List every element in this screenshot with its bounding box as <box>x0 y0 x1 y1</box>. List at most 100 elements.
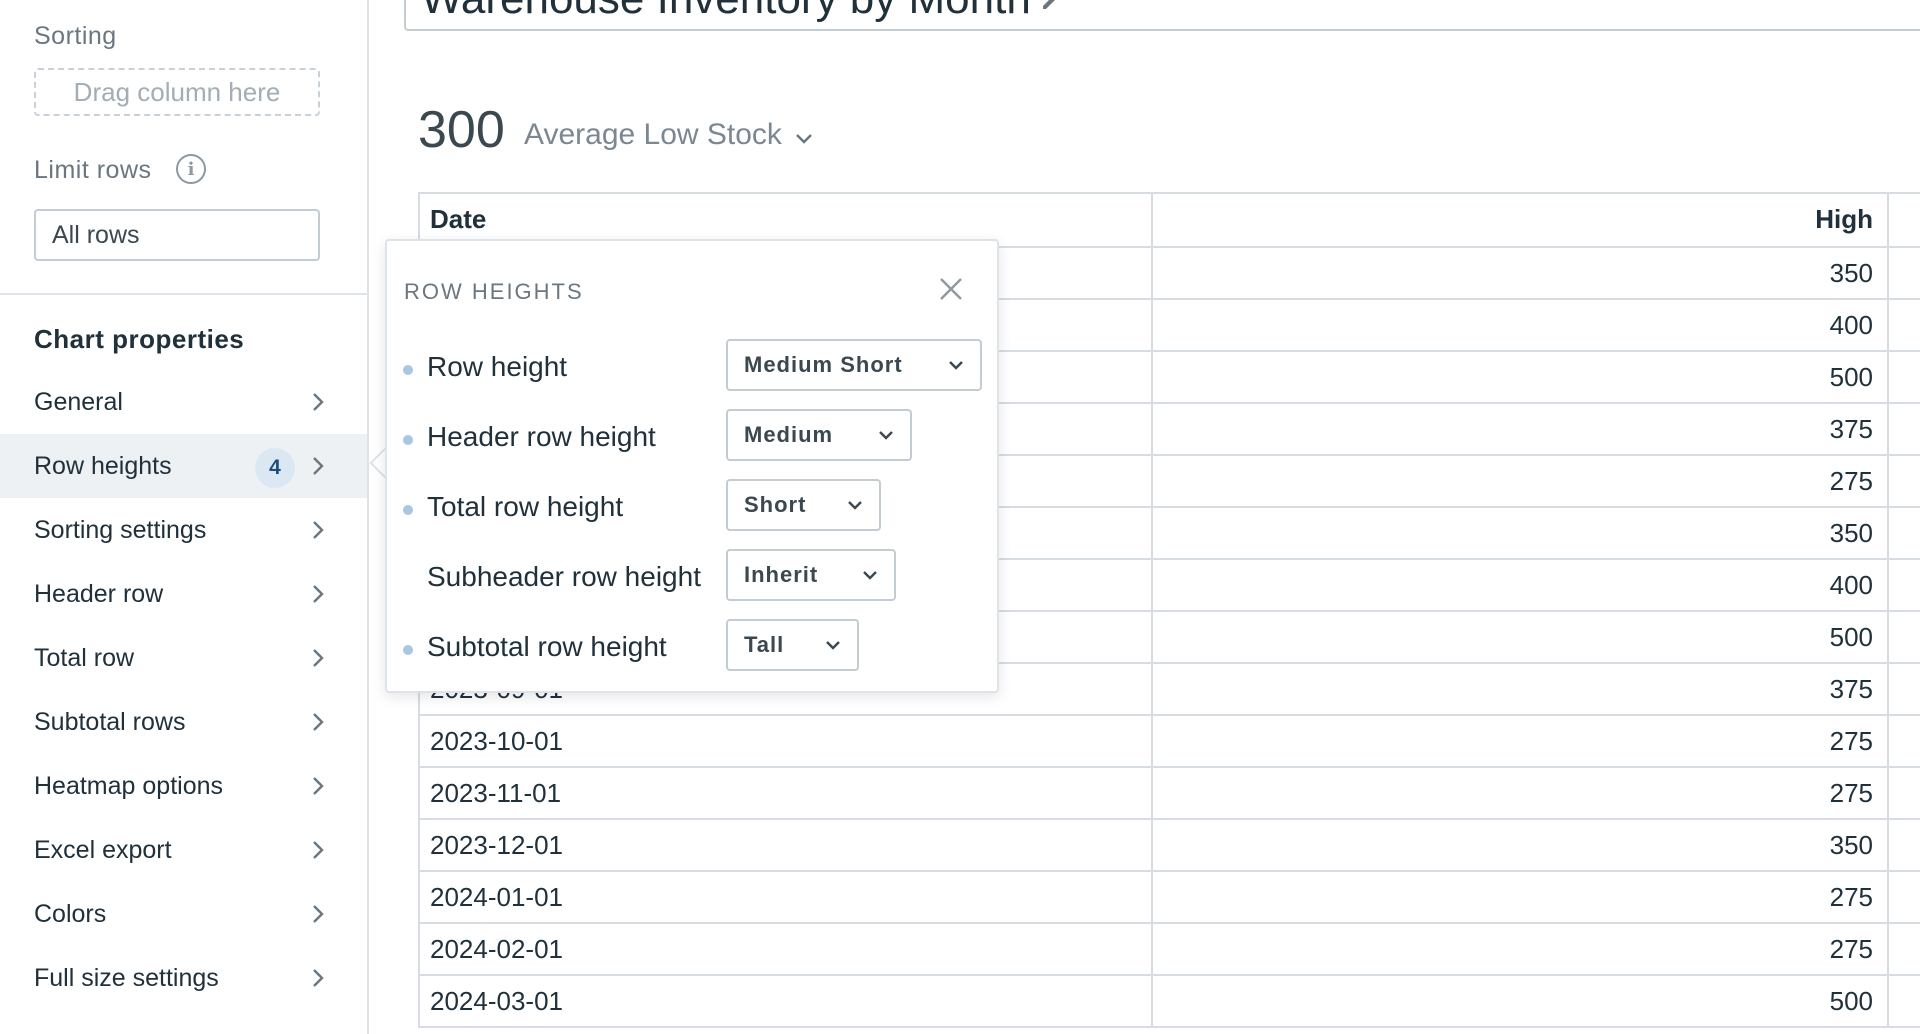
sidebar-item-total-row[interactable]: Total row <box>0 626 367 690</box>
chevron-down-icon <box>823 635 843 655</box>
table-row: 2024-01-01 275 <box>418 872 1920 924</box>
select-value: Short <box>744 492 807 517</box>
chevron-right-icon <box>306 710 330 734</box>
chevron-right-icon <box>306 518 330 542</box>
sidebar-item-header-row[interactable]: Header row <box>0 562 367 626</box>
select-value: Inherit <box>744 562 819 587</box>
column-header-date[interactable]: Date <box>418 192 1153 246</box>
high-cell: 350 <box>1153 508 1889 558</box>
high-cell: 275 <box>1153 924 1889 974</box>
select-value: Medium <box>744 422 834 447</box>
high-cell: 350 <box>1153 248 1889 298</box>
sidebar-item-heatmap-options[interactable]: Heatmap options <box>0 754 367 818</box>
option-total-row-height: Total row height Short <box>387 479 997 535</box>
metric-label[interactable]: Average Low Stock <box>524 118 782 152</box>
sorting-label: Sorting <box>34 22 117 50</box>
limit-rows-input[interactable]: All rows <box>34 209 320 261</box>
column-header-high[interactable]: High <box>1153 192 1889 246</box>
sidebar-item-label: Subtotal rows <box>34 707 186 736</box>
high-cell: 400 <box>1153 300 1889 350</box>
high-cell: 275 <box>1153 716 1889 766</box>
chevron-right-icon <box>306 646 330 670</box>
option-subtotal-row-height: Subtotal row height Tall <box>387 619 997 675</box>
chevron-down-icon <box>860 565 880 585</box>
sidebar-item-label: Header row <box>34 579 164 608</box>
count-badge: 4 <box>255 448 295 488</box>
sidebar-item-colors[interactable]: Colors <box>0 882 367 946</box>
option-label: Header row height <box>427 421 656 452</box>
chevron-right-icon <box>306 454 330 478</box>
option-subheader-row-height: Subheader row height Inherit <box>387 549 997 605</box>
table-row: 2023-12-01 350 <box>418 820 1920 872</box>
subheader-row-height-select[interactable]: Inherit <box>726 549 896 601</box>
high-cell: 400 <box>1153 560 1889 610</box>
chevron-right-icon <box>306 902 330 926</box>
close-icon[interactable] <box>937 275 965 303</box>
popover-title: ROW HEIGHTS <box>404 279 584 304</box>
option-label: Subtotal row height <box>427 631 667 662</box>
sidebar-item-row-heights[interactable]: Row heights 4 <box>0 434 367 498</box>
modified-indicator <box>403 645 413 655</box>
sidebar-item-label: Full size settings <box>34 963 219 992</box>
sidebar-item-label: Total row <box>34 643 135 672</box>
chart-properties-title: Chart properties <box>34 324 245 354</box>
select-value: Tall <box>744 632 785 657</box>
high-cell: 275 <box>1153 872 1889 922</box>
sidebar-item-label: Heatmap options <box>34 771 224 800</box>
chevron-right-icon <box>306 774 330 798</box>
date-cell: 2023-11-01 <box>418 768 1153 818</box>
chevron-down-icon <box>946 355 966 375</box>
high-cell: 375 <box>1153 404 1889 454</box>
high-cell: 375 <box>1153 664 1889 714</box>
row-heights-popover: ROW HEIGHTS Row height Medium Short Head… <box>385 239 999 693</box>
subtotal-row-height-select[interactable]: Tall <box>726 619 859 671</box>
chevron-down-icon[interactable] <box>791 126 817 152</box>
sidebar-item-general[interactable]: General <box>0 370 367 434</box>
chevron-right-icon <box>306 390 330 414</box>
date-cell: 2023-10-01 <box>418 716 1153 766</box>
chart-title[interactable]: Warehouse Inventory by Month <box>421 0 1031 24</box>
sidebar-divider <box>0 293 367 295</box>
total-row-height-select[interactable]: Short <box>726 479 881 531</box>
metric-value: 300 <box>418 101 505 159</box>
chevron-right-icon <box>306 582 330 606</box>
chevron-down-icon <box>876 425 896 445</box>
modified-indicator <box>403 435 413 445</box>
date-cell: 2024-03-01 <box>418 976 1153 1026</box>
chevron-down-icon <box>845 495 865 515</box>
option-row-height: Row height Medium Short <box>387 339 997 395</box>
sidebar-item-full-size-settings[interactable]: Full size settings <box>0 946 367 1010</box>
sidebar-item-label: Sorting settings <box>34 515 207 544</box>
high-cell: 275 <box>1153 456 1889 506</box>
sidebar-item-subtotal-rows[interactable]: Subtotal rows <box>0 690 367 754</box>
row-height-select[interactable]: Medium Short <box>726 339 982 391</box>
sidebar-item-label: Colors <box>34 899 107 928</box>
date-cell: 2024-01-01 <box>418 872 1153 922</box>
date-cell: 2023-12-01 <box>418 820 1153 870</box>
option-header-row-height: Header row height Medium <box>387 409 997 465</box>
sorting-drop-zone[interactable]: Drag column here <box>34 68 320 116</box>
sidebar-item-excel-export[interactable]: Excel export <box>0 818 367 882</box>
table-row: 2023-11-01 275 <box>418 768 1920 820</box>
chevron-right-icon <box>306 838 330 862</box>
sidebar-item-label: Row heights <box>34 451 172 480</box>
table-row: 2023-10-01 275 <box>418 716 1920 768</box>
option-label: Row height <box>427 351 568 382</box>
pencil-icon[interactable] <box>1039 0 1065 12</box>
sidebar-item-label: Excel export <box>34 835 172 864</box>
high-cell: 275 <box>1153 768 1889 818</box>
header-row-height-select[interactable]: Medium <box>726 409 912 461</box>
modified-indicator <box>403 365 413 375</box>
limit-rows-label: Limit rows <box>34 156 152 184</box>
table-row: 2024-03-01 500 <box>418 976 1920 1028</box>
option-label: Subheader row height <box>427 561 701 592</box>
option-label: Total row height <box>427 491 624 522</box>
high-cell: 500 <box>1153 976 1889 1026</box>
high-cell: 500 <box>1153 612 1889 662</box>
info-icon[interactable]: i <box>176 154 206 184</box>
table-row: 2024-02-01 275 <box>418 924 1920 976</box>
high-cell: 350 <box>1153 820 1889 870</box>
sidebar-item-sorting-settings[interactable]: Sorting settings <box>0 498 367 562</box>
chart-properties-menu: General Row heights 4 Sorting settings H… <box>0 370 367 1010</box>
chevron-right-icon <box>306 966 330 990</box>
